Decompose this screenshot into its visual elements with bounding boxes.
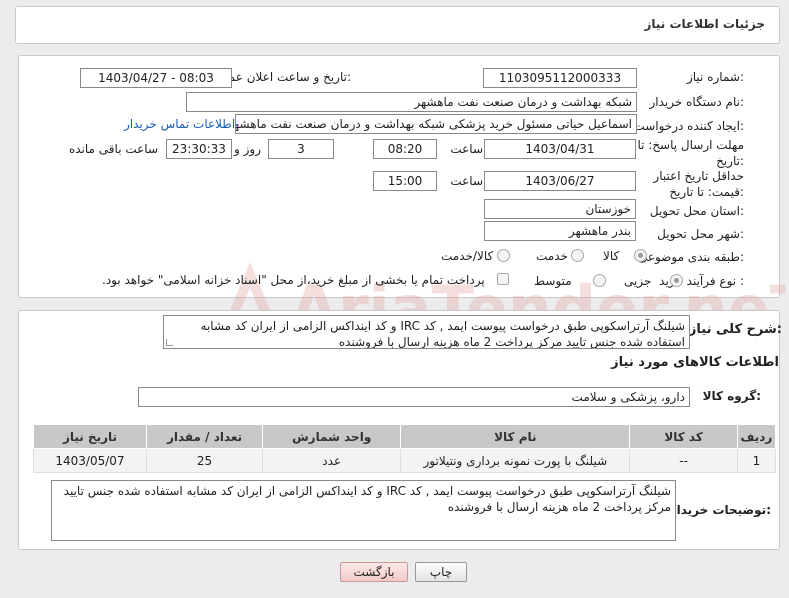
- cell-row: 1: [736, 448, 777, 473]
- category-option-both: کالا/خدمت: [441, 249, 494, 263]
- requester-label: ایجاد کننده درخواست:: [633, 119, 744, 133]
- treasury-payment-checkbox[interactable]: [497, 273, 509, 285]
- goods-section-title: اطلاعات کالاهای مورد نیاز: [611, 355, 779, 370]
- deadline-time-label: ساعت: [450, 142, 483, 156]
- category-radio-goods[interactable]: [634, 249, 647, 262]
- city-label: شهر محل تحویل:: [657, 227, 744, 241]
- validity-label: حداقل تاریخ اعتبار قیمت: تا تاریخ:: [653, 169, 744, 199]
- validity-time-label: ساعت: [450, 174, 483, 188]
- category-radio-both[interactable]: [497, 249, 510, 262]
- cell-code: --: [629, 448, 738, 473]
- goods-group-field: دارو، پزشکی و سلامت: [138, 387, 690, 407]
- page-title: جزئیات اطلاعات نیاز: [644, 17, 765, 31]
- buyer-notes-textarea[interactable]: شیلنگ آرتراسکوپی طبق درخواست پیوست ایمد …: [51, 480, 676, 541]
- time-remaining-field: 23:30:33: [166, 139, 232, 159]
- buyer-org-label: نام دستگاه خریدار:: [649, 95, 745, 109]
- process-option-minor: جزیی: [624, 274, 652, 288]
- deadline-label: مهلت ارسال پاسخ: تا تاریخ:: [637, 138, 744, 168]
- buyer-notes-text: شیلنگ آرتراسکوپی طبق درخواست پیوست ایمد …: [63, 484, 671, 514]
- buyer-org-field: شبکه بهداشت و درمان صنعت نفت ماهشهر: [186, 92, 637, 112]
- need-number-field: 1103095112000333: [483, 68, 637, 88]
- description-label: شرح کلی نیاز:: [688, 322, 782, 337]
- col-name: نام کالا: [400, 424, 631, 449]
- validity-time-field: 15:00: [373, 171, 437, 191]
- back-button[interactable]: بازگشت: [340, 562, 408, 582]
- resize-handle-icon[interactable]: [166, 339, 173, 346]
- days-label: روز و: [234, 142, 261, 156]
- cell-quantity: 25: [145, 448, 264, 473]
- buyer-notes-label: توضیحات خریدار:: [669, 503, 771, 517]
- description-text: شیلنگ آرتراسکوپی طبق درخواست پیوست ایمد …: [200, 319, 685, 349]
- process-radio-medium[interactable]: [593, 274, 606, 287]
- description-textarea[interactable]: شیلنگ آرتراسکوپی طبق درخواست پیوست ایمد …: [163, 315, 690, 349]
- buyer-contact-link[interactable]: اطلاعات تماس خریدار: [124, 117, 235, 131]
- requester-field: اسماعیل حیاتی مسئول خرید پزشکی شبکه بهدا…: [235, 114, 637, 134]
- process-option-medium: متوسط: [534, 274, 572, 288]
- table-row: 1 -- شیلنگ با پورت نمونه برداری ونتیلاتو…: [33, 448, 777, 473]
- province-label: استان محل تحویل:: [649, 204, 744, 218]
- cell-need-date: 1403/05/07: [33, 448, 147, 473]
- treasury-payment-note: پرداخت تمام یا بخشی از مبلغ خرید،از محل …: [102, 273, 485, 287]
- cell-name: شیلنگ با پورت نمونه برداری ونتیلاتور: [400, 448, 631, 473]
- province-field: خوزستان: [484, 199, 636, 219]
- col-row: ردیف: [736, 424, 777, 449]
- page-header: جزئیات اطلاعات نیاز: [15, 6, 780, 44]
- category-option-service: خدمت: [536, 249, 568, 263]
- deadline-date-field: 1403/04/31: [484, 139, 636, 159]
- time-remaining-label: ساعت باقی مانده: [68, 142, 158, 156]
- category-option-goods: کالا: [603, 249, 620, 263]
- col-unit: واحد شمارش: [262, 424, 402, 449]
- category-radio-service[interactable]: [571, 249, 584, 262]
- days-remaining-field: 3: [268, 139, 334, 159]
- deadline-time-field: 08:20: [373, 139, 437, 159]
- category-label: طبقه بندی موضوعی:: [637, 250, 744, 264]
- goods-table: ردیف کد کالا نام کالا واحد شمارش تعداد /…: [33, 424, 777, 473]
- cell-unit: عدد: [262, 448, 402, 473]
- city-field: بندر ماهشهر: [484, 221, 636, 241]
- col-code: کد کالا: [629, 424, 738, 449]
- goods-table-header: ردیف کد کالا نام کالا واحد شمارش تعداد /…: [33, 424, 777, 449]
- goods-group-label: گروه کالا:: [702, 389, 761, 403]
- validity-date-field: 1403/06/27: [484, 171, 636, 191]
- col-quantity: تعداد / مقدار: [145, 424, 264, 449]
- announce-field: 1403/04/27 - 08:03: [80, 68, 232, 88]
- col-need-date: تاریخ نیاز: [33, 424, 147, 449]
- process-radio-minor[interactable]: [670, 274, 683, 287]
- need-number-label: شماره نیاز:: [686, 70, 744, 84]
- print-button[interactable]: چاپ: [415, 562, 467, 582]
